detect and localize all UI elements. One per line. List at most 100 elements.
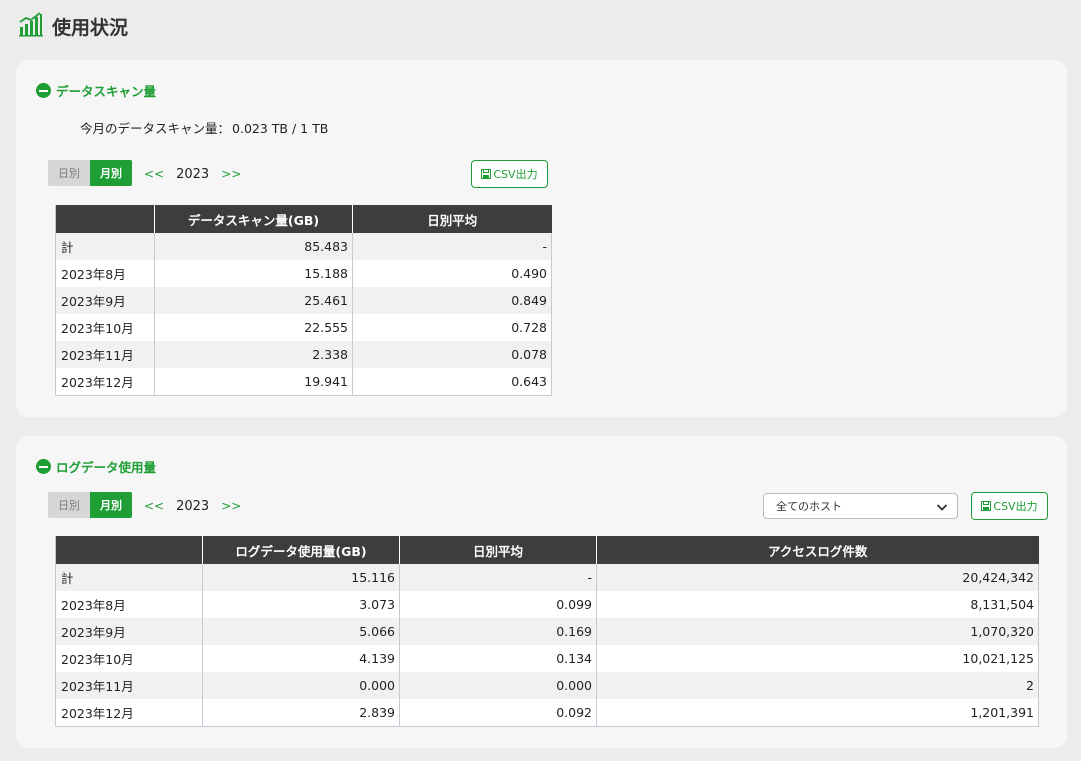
table-row: 2023年9月 25.461 0.849 (55, 287, 552, 314)
table-row: 2023年11月 0.000 0.000 2 (55, 672, 1039, 699)
csv-label: CSV出力 (493, 168, 538, 181)
page-title: 使用状況 (52, 16, 129, 39)
column-header (55, 536, 203, 564)
table-row: 2023年11月 2.338 0.078 (55, 341, 552, 368)
data-scan-card: データスキャン量 今月のデータスキャン量： 0.023 TB / 1 TB 日別 … (16, 60, 1067, 417)
column-header: 日別平均 (399, 536, 597, 564)
table-row: 2023年12月 19.941 0.643 (55, 368, 552, 395)
table-row: 2023年12月 2.839 0.092 1,201,391 (55, 699, 1039, 726)
row-label-cell: 2023年9月 (55, 618, 203, 645)
column-header: ログデータ使用量(GB) (202, 536, 400, 564)
table-cell: 19.941 (154, 368, 353, 395)
row-label-cell: 2023年11月 (55, 672, 203, 699)
table-row: 2023年8月 3.073 0.099 8,131,504 (55, 591, 1039, 618)
table-cell: 0.078 (352, 341, 552, 368)
save-icon (481, 169, 492, 179)
table-cell: 0.169 (399, 618, 597, 645)
daily-toggle-button[interactable]: 日別 (48, 492, 90, 518)
row-label-cell: 2023年8月 (55, 591, 203, 618)
daily-toggle-button[interactable]: 日別 (48, 160, 90, 186)
table-cell: - (399, 564, 597, 591)
scan-table: データスキャン量(GB) 日別平均 計 85.483-2023年8月 15.188 0.… (55, 205, 552, 396)
data-scan-title: データスキャン量 (56, 84, 157, 99)
table-row: 2023年9月 5.066 0.169 1,070,320 (55, 618, 1039, 645)
next-year-link[interactable]: >> (221, 499, 241, 513)
table-cell: 5.066 (202, 618, 400, 645)
table-cell: 20,424,342 (596, 564, 1039, 591)
table-cell: 1,201,391 (596, 699, 1039, 726)
scan-period-toggle: 日別 月別 (48, 160, 132, 186)
table-cell: 2.338 (154, 341, 353, 368)
table-row: 2023年8月 15.188 0.490 (55, 260, 552, 287)
table-cell: 2 (596, 672, 1039, 699)
table-row: 2023年10月 22.555 0.728 (55, 314, 552, 341)
data-scan-section-header[interactable]: データスキャン量 (36, 81, 156, 100)
row-label-cell: 2023年10月 (55, 314, 155, 341)
chevron-down-icon (936, 504, 948, 511)
log-period-toggle: 日別 月別 (48, 492, 132, 518)
row-label-cell: 計 (55, 233, 155, 260)
table-cell: 0.092 (399, 699, 597, 726)
minus-circle-icon[interactable] (36, 459, 51, 474)
log-data-title: ログデータ使用量 (56, 460, 157, 475)
table-cell: 15.116 (202, 564, 400, 591)
table-cell: 0.000 (202, 672, 400, 699)
table-cell: 0.099 (399, 591, 597, 618)
row-label-cell: 2023年12月 (55, 368, 155, 395)
table-cell: 0.643 (352, 368, 552, 395)
usage-label: 今月のデータスキャン量： (80, 121, 231, 136)
table-cell: 15.188 (154, 260, 353, 287)
csv-label: CSV出力 (993, 500, 1038, 513)
scan-year-nav: << 2023 >> (144, 161, 241, 187)
row-label-cell: 2023年8月 (55, 260, 155, 287)
prev-year-link[interactable]: << (144, 167, 164, 181)
table-cell: 22.555 (154, 314, 353, 341)
table-cell: 2.839 (202, 699, 400, 726)
scan-csv-export-button[interactable]: CSV出力 (471, 160, 548, 188)
row-label-cell: 2023年10月 (55, 645, 203, 672)
table-cell: 0.134 (399, 645, 597, 672)
table-cell: 10,021,125 (596, 645, 1039, 672)
chart-bars-icon (18, 11, 44, 41)
table-cell: 3.073 (202, 591, 400, 618)
monthly-toggle-button[interactable]: 月別 (90, 492, 132, 518)
column-header (55, 205, 155, 233)
prev-year-link[interactable]: << (144, 499, 164, 513)
next-year-link[interactable]: >> (221, 167, 241, 181)
usage-value: 0.023 TB / 1 TB (232, 121, 329, 136)
table-cell: 0.728 (352, 314, 552, 341)
log-csv-export-button[interactable]: CSV出力 (971, 492, 1048, 520)
table-cell: 0.849 (352, 287, 552, 314)
row-label-cell: 2023年9月 (55, 287, 155, 314)
table-cell: 0.000 (399, 672, 597, 699)
table-cell: 4.139 (202, 645, 400, 672)
year-label: 2023 (176, 498, 210, 514)
year-label: 2023 (176, 166, 210, 182)
row-label-cell: 2023年11月 (55, 341, 155, 368)
log-table: ログデータ使用量(GB) 日別平均 アクセスログ件数 計 15.116-20,424,… (55, 536, 1039, 727)
table-cell: - (352, 233, 552, 260)
monthly-toggle-button[interactable]: 月別 (90, 160, 132, 186)
table-header-row: データスキャン量(GB) 日別平均 (55, 205, 552, 233)
table-header-row: ログデータ使用量(GB) 日別平均 アクセスログ件数 (55, 536, 1039, 564)
row-label-cell: 2023年12月 (55, 699, 203, 726)
log-data-section-header[interactable]: ログデータ使用量 (36, 457, 156, 476)
host-select-value: 全てのホスト (776, 500, 842, 513)
log-data-card: ログデータ使用量 日別 月別 << 2023 >> 全てのホスト CSV出力 ロ… (16, 436, 1067, 748)
row-label-cell: 計 (55, 564, 203, 591)
column-header: 日別平均 (352, 205, 552, 233)
table-row: 計 15.116-20,424,342 (55, 564, 1039, 591)
minus-circle-icon[interactable] (36, 83, 51, 98)
table-row: 計 85.483- (55, 233, 552, 260)
table-cell: 1,070,320 (596, 618, 1039, 645)
table-cell: 85.483 (154, 233, 353, 260)
monthly-scan-usage: 今月のデータスキャン量： 0.023 TB / 1 TB (80, 118, 330, 137)
column-header: データスキャン量(GB) (154, 205, 353, 233)
table-cell: 25.461 (154, 287, 353, 314)
column-header: アクセスログ件数 (596, 536, 1039, 564)
log-year-nav: << 2023 >> (144, 493, 241, 519)
host-select[interactable]: 全てのホスト (763, 493, 958, 519)
table-row: 2023年10月 4.139 0.134 10,021,125 (55, 645, 1039, 672)
save-icon (981, 501, 992, 511)
table-cell: 8,131,504 (596, 591, 1039, 618)
